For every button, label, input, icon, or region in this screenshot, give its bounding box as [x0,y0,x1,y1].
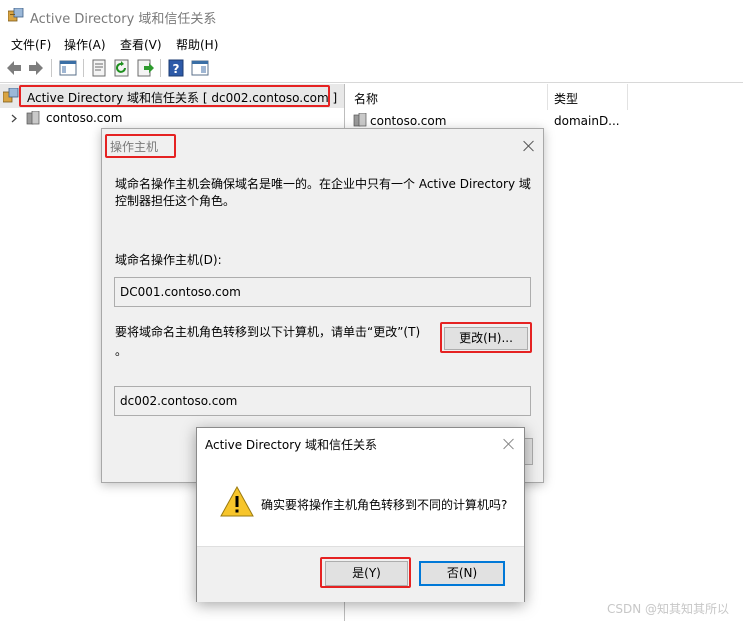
title-bar: Active Directory 域和信任关系 [0,0,743,32]
svg-text:?: ? [173,62,180,76]
close-icon[interactable] [502,437,516,451]
transfer-instruction-text-cont: 。 [115,344,128,358]
description-text: 域命名操作主机会确保域名是唯一的。在企业中只有一个 Active Directo… [115,177,531,208]
dialog-footer: 是(Y) 否(N) [197,546,524,602]
toolbar: ? [0,54,743,83]
list-cell-name: contoso.com [370,114,447,128]
current-master-field: DC001.contoso.com [114,277,531,307]
target-computer-field: dc002.contoso.com [114,386,531,416]
ad-domains-app-icon [8,8,24,22]
tree-item-contoso[interactable]: contoso.com [0,108,344,128]
highlight-box [440,322,532,353]
back-arrow-icon[interactable] [4,58,24,78]
highlight-box [19,85,330,107]
refresh-icon[interactable] [112,58,132,78]
toolbar-separator [83,59,84,77]
dialog-title: Active Directory 域和信任关系 [205,438,378,452]
watermark: CSDN @知其知其所以 [607,602,730,616]
properties-icon[interactable] [89,58,109,78]
export-icon[interactable] [135,58,155,78]
column-header-name[interactable]: 名称 [354,90,378,107]
forward-arrow-icon[interactable] [26,58,46,78]
toolbar-separator [160,59,161,77]
column-header-type[interactable]: 类型 [554,90,578,107]
no-button[interactable]: 否(N) [419,561,505,586]
confirm-transfer-dialog: Active Directory 域和信任关系 确实要将操作主机角色转移到不同的… [196,427,525,602]
help-icon[interactable]: ? [166,58,186,78]
tree-item-label[interactable]: contoso.com [46,111,122,125]
show-hide-icon[interactable] [190,58,210,78]
domain-icon [353,113,367,127]
domain-icon [26,111,40,125]
menu-action[interactable]: 操作(A) [64,36,106,53]
list-row[interactable]: contoso.com domainD... [346,110,743,130]
confirm-message: 确实要将操作主机角色转移到不同的计算机吗? [261,498,508,512]
warning-icon [220,486,254,517]
column-divider[interactable] [627,84,628,110]
menu-help[interactable]: 帮助(H) [176,36,218,53]
close-icon[interactable] [522,139,536,153]
highlight-box [320,557,411,588]
toolbar-separator [51,59,52,77]
current-master-label: 域命名操作主机(D): [115,253,222,267]
menu-bar: 文件(F) 操作(A) 查看(V) 帮助(H) [0,32,743,54]
highlight-box [105,134,176,158]
close-button[interactable] [524,438,533,465]
menu-view[interactable]: 查看(V) [120,36,162,53]
transfer-instruction-text: 要将域命名主机角色转移到以下计算机，请单击“更改”(T) [115,325,421,339]
ad-domains-trusts-icon [3,88,19,103]
menu-file[interactable]: 文件(F) [11,36,51,53]
column-divider[interactable] [547,84,548,110]
list-cell-type: domainD... [554,114,620,128]
console-tree-icon[interactable] [58,58,78,78]
window-title: Active Directory 域和信任关系 [30,12,217,27]
chevron-right-icon[interactable] [10,114,18,123]
